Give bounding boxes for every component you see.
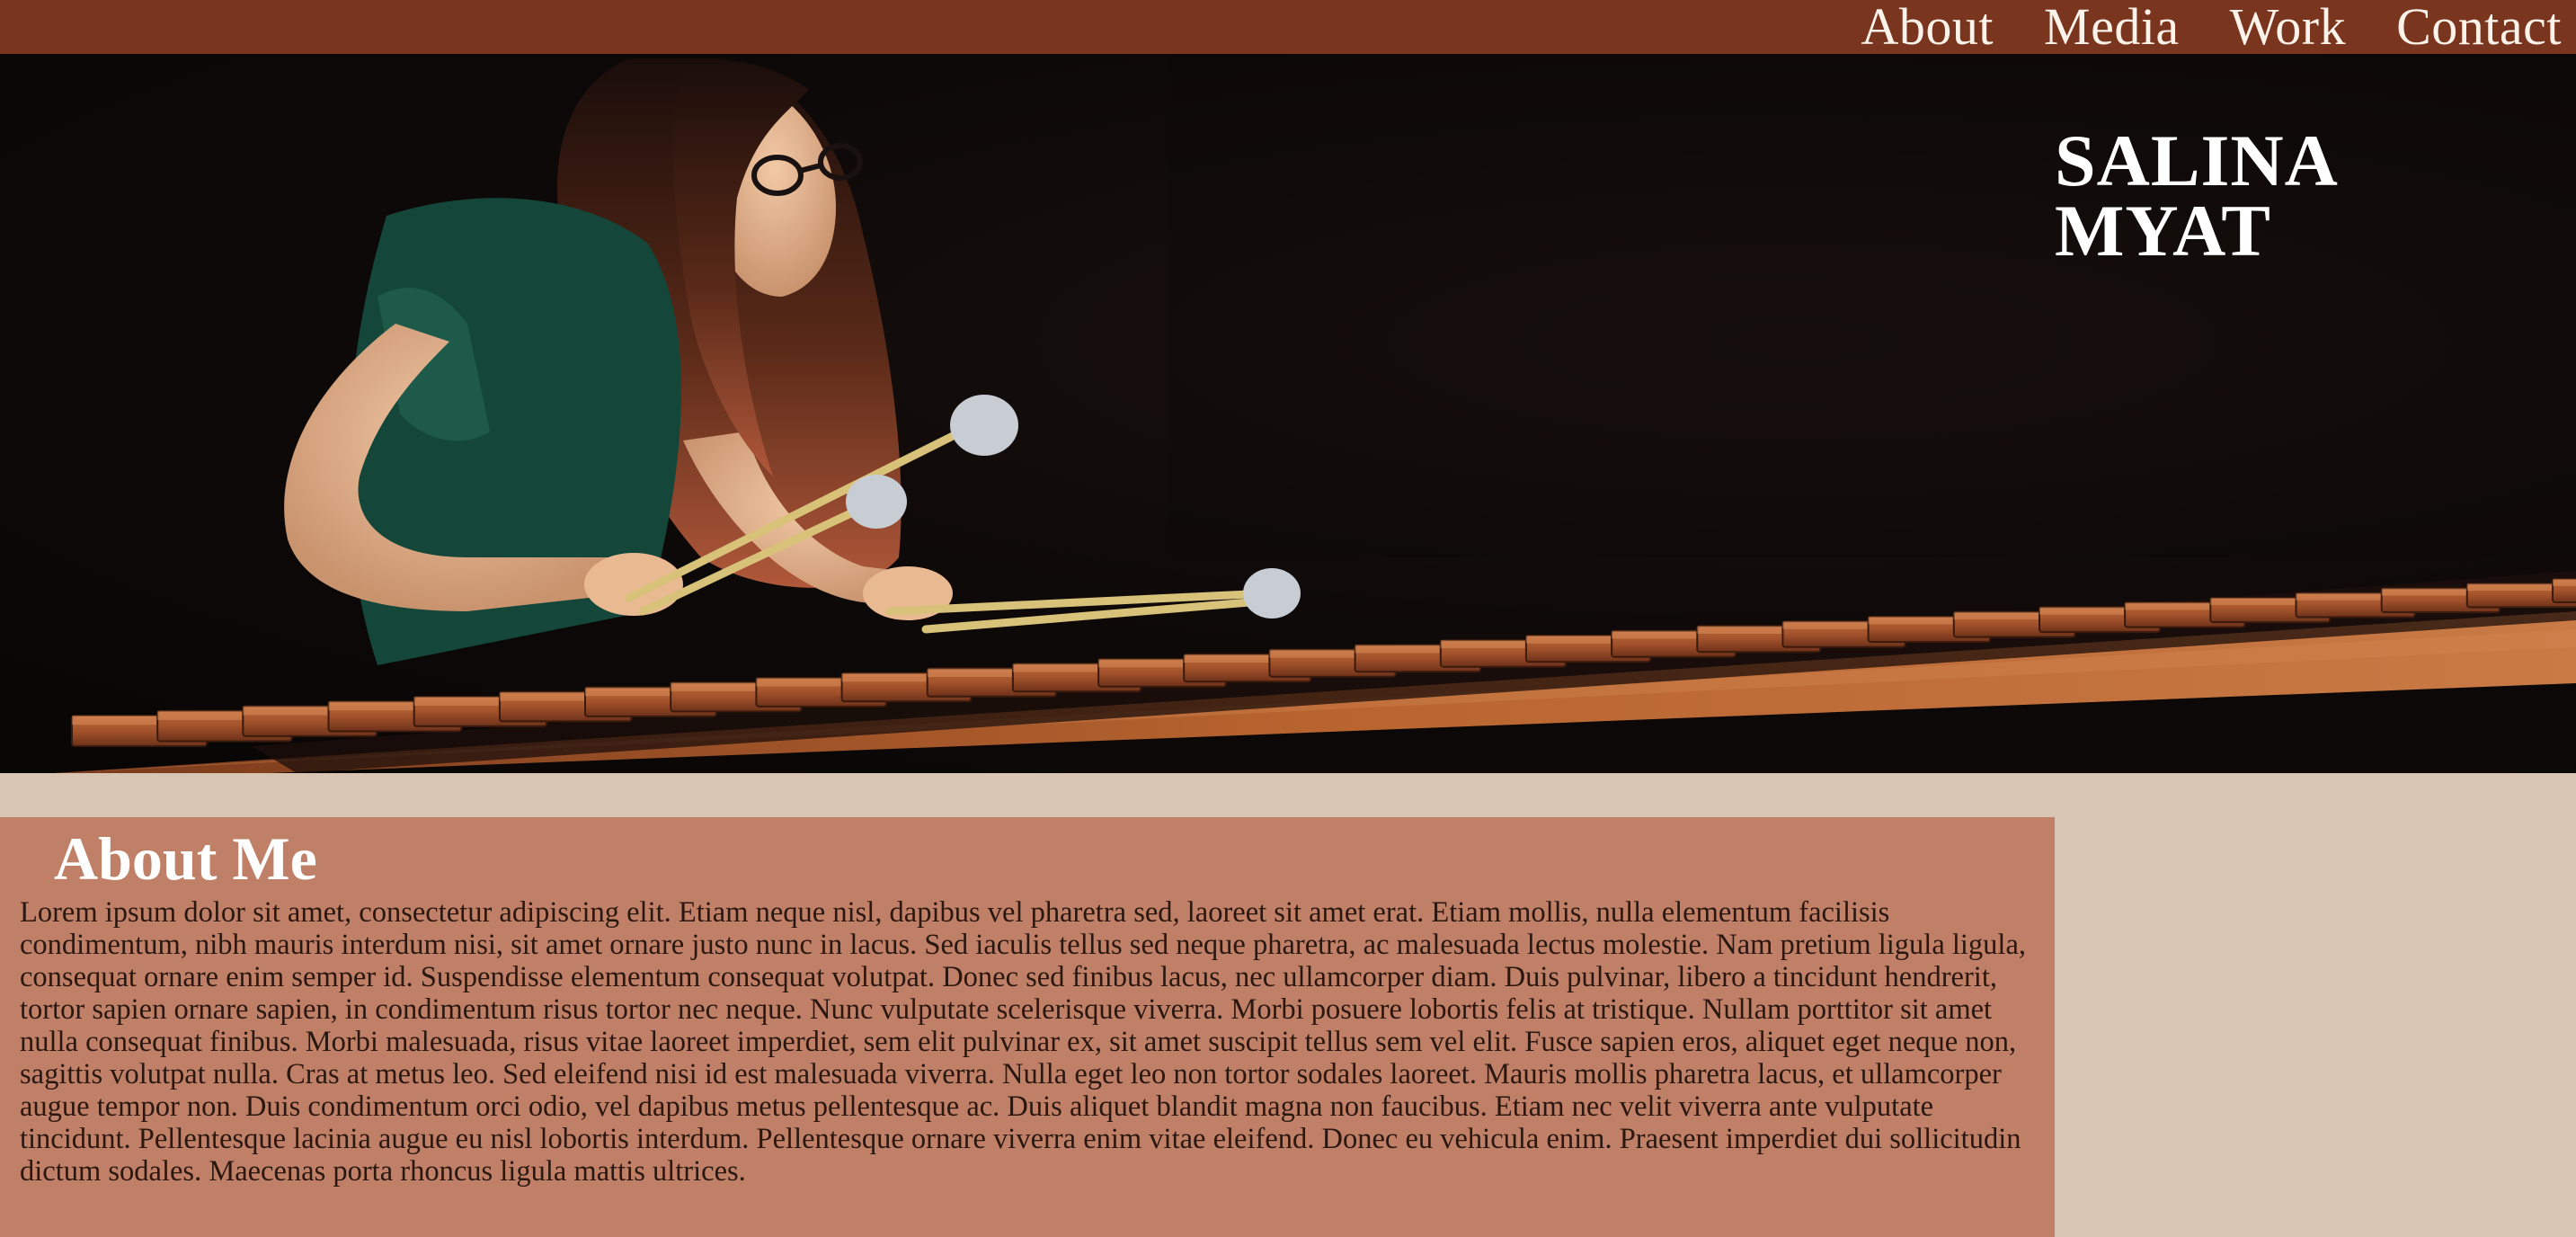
marimba-bar-highlight bbox=[2553, 579, 2576, 586]
top-nav-bar: About Media Work Contact bbox=[0, 0, 2576, 54]
artist-name-line2: MYAT bbox=[2055, 190, 2271, 271]
nav-link-media[interactable]: Media bbox=[2044, 0, 2180, 54]
hero-banner: SALINA MYAT bbox=[0, 54, 2576, 773]
about-body-text: Lorem ipsum dolor sit amet, consectetur … bbox=[20, 896, 2027, 1188]
nav-link-work[interactable]: Work bbox=[2230, 0, 2346, 54]
artist-name: SALINA MYAT bbox=[2055, 120, 2339, 271]
nav-link-contact[interactable]: Contact bbox=[2396, 0, 2562, 54]
about-section: About Me Lorem ipsum dolor sit amet, con… bbox=[0, 817, 2055, 1237]
nav-link-about[interactable]: About bbox=[1861, 0, 1994, 54]
artist-name-line1: SALINA bbox=[2055, 120, 2339, 201]
main-nav: About Media Work Contact bbox=[1861, 0, 2563, 54]
about-heading: About Me bbox=[54, 824, 317, 893]
